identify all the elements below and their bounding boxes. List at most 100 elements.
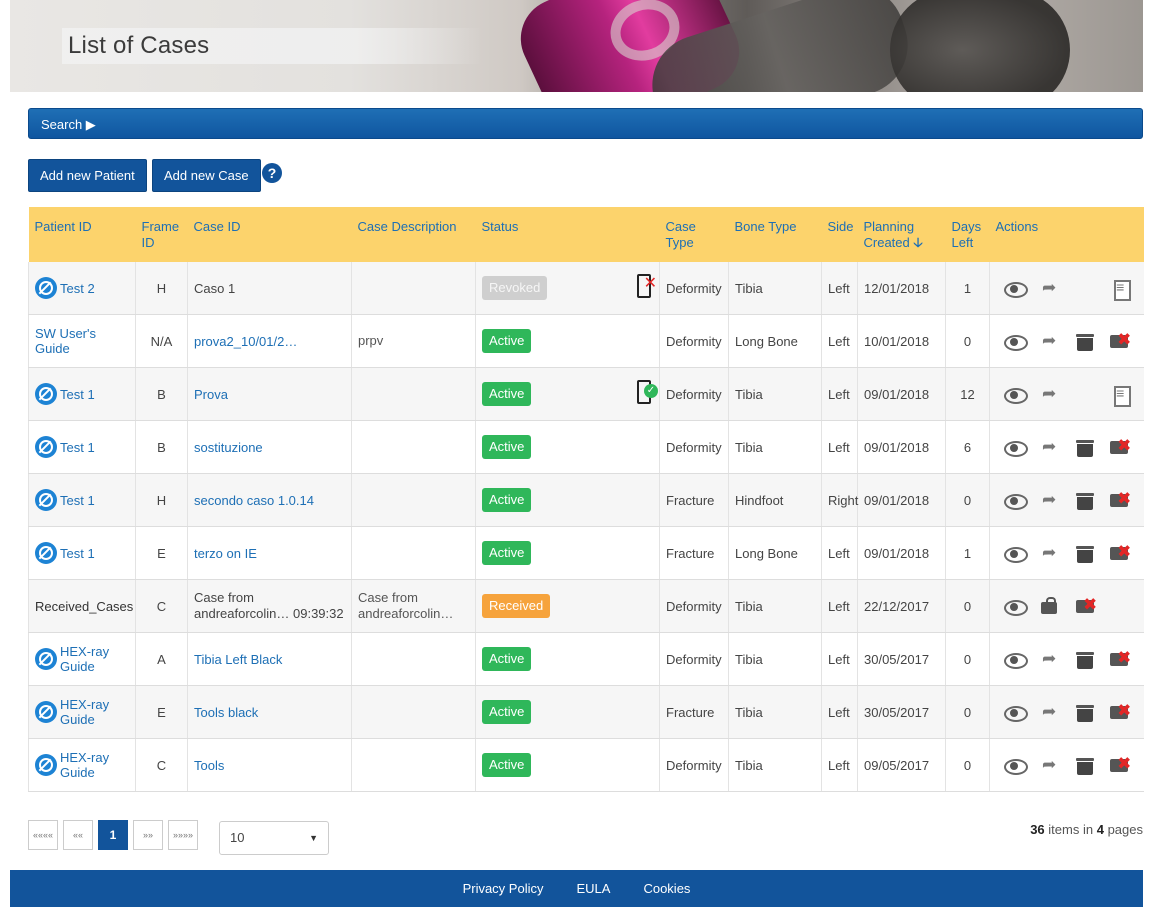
page: List of Cases Search ▶ Add new Patient A…	[0, 0, 1153, 907]
archive-icon[interactable]	[1067, 331, 1102, 351]
case-id[interactable]: Prova	[187, 367, 352, 421]
bone-type: Tibia	[728, 579, 822, 633]
case-id[interactable]: sostituzione	[187, 420, 352, 474]
col-case-type[interactable]: Case Type	[659, 207, 729, 262]
report-icon[interactable]	[1102, 384, 1137, 407]
side: Left	[821, 526, 858, 580]
table-row[interactable]: Test 2 H Caso 1 Revoked ✕ Deformity Tibia…	[28, 262, 1144, 315]
view-icon[interactable]	[996, 490, 1031, 510]
patient-link[interactable]: HEX-ray Guide	[35, 644, 129, 674]
view-icon[interactable]	[996, 331, 1031, 351]
side: Left	[821, 420, 858, 474]
archive-icon[interactable]	[1067, 702, 1102, 722]
col-planning-created[interactable]: Planning Created 🡣	[857, 207, 946, 262]
share-icon[interactable]: ➦	[1031, 490, 1066, 510]
delete-icon[interactable]	[1102, 701, 1137, 722]
eula-link[interactable]: EULA	[576, 881, 610, 896]
first-page-button[interactable]: ««««	[28, 820, 58, 850]
hexray-logo-icon	[35, 754, 57, 776]
col-frame-id[interactable]: Frame ID	[135, 207, 188, 262]
delete-icon[interactable]	[1102, 436, 1137, 457]
share-icon[interactable]: ➦	[1031, 437, 1066, 457]
patient-link[interactable]: HEX-ray Guide	[35, 697, 129, 727]
case-id[interactable]: Tibia Left Black	[187, 632, 352, 686]
table-row[interactable]: HEX-ray Guide A Tibia Left Black Active …	[28, 632, 1144, 686]
col-status[interactable]: Status	[475, 207, 660, 262]
patient-link[interactable]: Test 1	[35, 383, 129, 405]
view-icon[interactable]	[996, 702, 1031, 722]
archive-icon[interactable]	[1067, 437, 1102, 457]
col-side[interactable]: Side	[821, 207, 858, 262]
table-row[interactable]: Test 1 B Prova Active ✓ Deformity Tibia L…	[28, 367, 1144, 421]
archive-icon[interactable]	[1067, 649, 1102, 669]
col-case-id[interactable]: Case ID	[187, 207, 352, 262]
delete-icon[interactable]	[1102, 489, 1137, 510]
report-icon[interactable]	[1102, 278, 1137, 301]
patient-link[interactable]: SW User's Guide	[35, 326, 129, 356]
table-row[interactable]: Test 1 B sostituzione Active Deformity T…	[28, 420, 1144, 474]
view-icon[interactable]	[996, 755, 1031, 775]
view-icon[interactable]	[996, 437, 1031, 457]
delete-icon[interactable]	[1068, 595, 1104, 616]
view-icon[interactable]	[996, 649, 1031, 669]
patient-link[interactable]: HEX-ray Guide	[35, 750, 129, 780]
privacy-policy-link[interactable]: Privacy Policy	[463, 881, 544, 896]
table-row[interactable]: HEX-ray Guide E Tools black Active Fract…	[28, 685, 1144, 739]
archive-icon[interactable]	[1067, 543, 1102, 563]
col-case-description[interactable]: Case Description	[351, 207, 476, 262]
share-icon[interactable]: ➦	[1031, 543, 1066, 563]
share-icon[interactable]: ➦	[1031, 331, 1066, 351]
case-id[interactable]: Tools black	[187, 685, 352, 739]
import-case-icon[interactable]	[1032, 596, 1068, 616]
share-icon[interactable]: ➦	[1031, 702, 1066, 722]
help-icon[interactable]: ?	[262, 163, 282, 183]
planning-created: 30/05/2017	[857, 685, 946, 739]
case-id[interactable]: Tools	[187, 738, 352, 792]
page-1-button[interactable]: 1	[98, 820, 128, 850]
delete-icon[interactable]	[1102, 754, 1137, 775]
search-toggle[interactable]: Search ▶	[28, 108, 1143, 139]
case-id[interactable]: secondo caso 1.0.14	[187, 473, 352, 527]
patient-link[interactable]: Test 2	[35, 277, 129, 299]
last-page-button[interactable]: »»»»	[168, 820, 198, 850]
status-badge: Active	[482, 488, 532, 512]
hexray-logo-icon	[35, 277, 57, 299]
col-days-left[interactable]: Days Left	[945, 207, 990, 262]
share-icon[interactable]: ➦	[1031, 384, 1066, 404]
table-row[interactable]: SW User's Guide N/A prova2_10/01/2… prpv…	[28, 314, 1144, 368]
next-page-button[interactable]: »»	[133, 820, 163, 850]
col-patient-id[interactable]: Patient ID	[28, 207, 136, 262]
table-row[interactable]: Received_Cases C Case from andreaforcolin…	[28, 579, 1144, 633]
case-id[interactable]: terzo on IE	[187, 526, 352, 580]
share-icon[interactable]: ➦	[1031, 755, 1066, 775]
patient-link[interactable]: Test 1	[35, 489, 129, 511]
view-icon[interactable]	[996, 278, 1031, 298]
page-size-select[interactable]: 10 ▼	[219, 821, 329, 855]
patient-id: HEX-ray Guide	[60, 644, 110, 674]
share-icon[interactable]: ➦	[1031, 649, 1066, 669]
view-icon[interactable]	[996, 596, 1032, 616]
table-row[interactable]: Test 1 E terzo on IE Active Fracture Lon…	[28, 526, 1144, 580]
share-icon[interactable]: ➦	[1031, 278, 1066, 298]
add-new-case-button[interactable]: Add new Case	[152, 159, 261, 192]
patient-link[interactable]: Test 1	[35, 542, 129, 564]
add-new-patient-button[interactable]: Add new Patient	[28, 159, 147, 192]
delete-icon[interactable]	[1102, 648, 1137, 669]
col-actions: Actions	[989, 207, 1144, 262]
case-id[interactable]: prova2_10/01/2…	[187, 314, 352, 368]
table-row[interactable]: HEX-ray Guide C Tools Active Deformity T…	[28, 738, 1144, 792]
archive-icon[interactable]	[1067, 490, 1102, 510]
table-row[interactable]: Test 1 H secondo caso 1.0.14 Active Frac…	[28, 473, 1144, 527]
cookies-link[interactable]: Cookies	[643, 881, 690, 896]
view-icon[interactable]	[996, 543, 1031, 563]
planning-created: 09/01/2018	[857, 367, 946, 421]
delete-icon[interactable]	[1102, 330, 1137, 351]
delete-icon[interactable]	[1102, 542, 1137, 563]
archive-icon[interactable]	[1067, 755, 1102, 775]
case-type: Fracture	[659, 526, 729, 580]
view-icon[interactable]	[996, 384, 1031, 404]
patient-link[interactable]: Received_Cases	[35, 599, 133, 614]
prev-page-button[interactable]: ««	[63, 820, 93, 850]
col-bone-type[interactable]: Bone Type	[728, 207, 822, 262]
patient-link[interactable]: Test 1	[35, 436, 129, 458]
